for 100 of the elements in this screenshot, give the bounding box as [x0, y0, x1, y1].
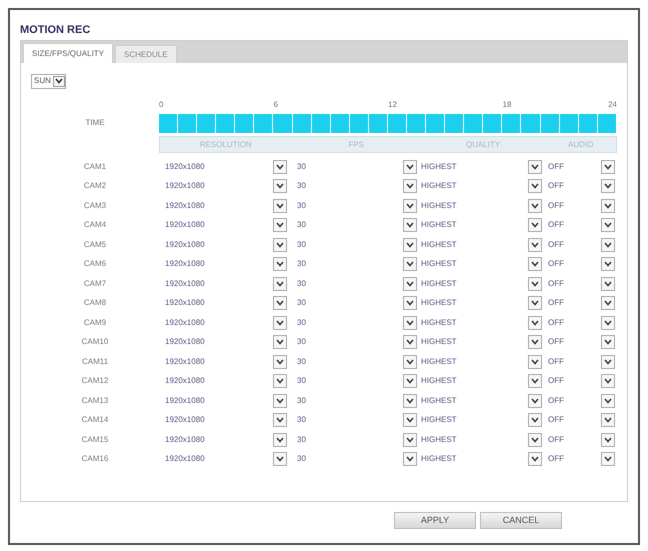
caret-icon — [604, 339, 612, 346]
dropdown-button[interactable] — [403, 452, 417, 466]
dropdown-button[interactable] — [601, 316, 615, 330]
dropdown-button[interactable] — [403, 394, 417, 408]
dropdown-button[interactable] — [601, 179, 615, 194]
dropdown-button[interactable] — [273, 354, 287, 369]
dropdown-button[interactable] — [528, 432, 542, 447]
tab[interactable]: SIZE/FPS/QUALITY — [23, 43, 114, 63]
select-value: OFF — [548, 180, 564, 192]
dropdown-button[interactable] — [273, 394, 287, 408]
dropdown-button[interactable] — [601, 218, 615, 232]
caret-icon — [406, 242, 414, 248]
caret-icon — [604, 417, 612, 424]
dropdown-button[interactable] — [403, 335, 417, 350]
select-value: 1920x1080 — [165, 394, 205, 407]
dropdown-button[interactable] — [528, 218, 542, 232]
dropdown-button[interactable] — [528, 296, 542, 310]
dropdown-button[interactable] — [528, 452, 542, 466]
dropdown-button[interactable] — [601, 276, 615, 291]
select-value: OFF — [548, 297, 564, 310]
dropdown-button[interactable] — [403, 316, 417, 330]
dropdown-button[interactable] — [403, 198, 417, 213]
dropdown-button[interactable] — [528, 374, 542, 388]
dropdown-button[interactable] — [601, 296, 615, 310]
caret-icon — [531, 242, 539, 248]
select-value: 1920x1080 — [165, 160, 205, 173]
dropdown-button[interactable] — [273, 238, 287, 252]
caret-icon — [276, 242, 284, 248]
dropdown-button[interactable] — [528, 257, 542, 272]
dropdown-button[interactable] — [403, 413, 417, 428]
tick-label: 6 — [274, 99, 278, 111]
dropdown-button[interactable] — [528, 238, 542, 252]
caret-icon — [276, 339, 284, 346]
dropdown-button[interactable] — [273, 198, 287, 213]
dropdown-button[interactable] — [403, 354, 417, 369]
dropdown-button[interactable] — [403, 432, 417, 447]
select-value: 30 — [297, 200, 306, 212]
dropdown-button[interactable] — [403, 218, 417, 232]
select-value: 30 — [297, 375, 306, 388]
caret-icon — [406, 320, 414, 326]
camera-label: CAM12 — [80, 375, 110, 388]
dropdown-button[interactable] — [528, 413, 542, 428]
dropdown-button[interactable] — [273, 432, 287, 447]
select-value: OFF — [548, 336, 564, 348]
select-value: HIGHEST — [421, 278, 457, 290]
dropdown-button[interactable] — [273, 179, 287, 194]
dropdown-button[interactable] — [601, 432, 615, 447]
dropdown-button[interactable] — [273, 218, 287, 232]
dropdown-button[interactable] — [528, 394, 542, 408]
dropdown-button[interactable] — [601, 160, 615, 174]
dropdown-button[interactable] — [528, 354, 542, 369]
dropdown-button[interactable] — [528, 198, 542, 213]
select-value: OFF — [548, 278, 564, 290]
select-value: HIGHEST — [421, 375, 457, 388]
dropdown-button[interactable] — [403, 238, 417, 252]
dropdown-button[interactable] — [273, 316, 287, 330]
dropdown-button[interactable] — [528, 335, 542, 350]
dropdown-button[interactable] — [601, 198, 615, 213]
dropdown-button[interactable] — [601, 452, 615, 466]
action-button[interactable]: CANCEL — [480, 512, 562, 529]
dropdown-button[interactable] — [403, 257, 417, 272]
camera-label: CAM10 — [80, 336, 110, 348]
day-select[interactable]: SUN — [31, 74, 66, 88]
dropdown-button[interactable] — [601, 374, 615, 388]
dropdown-button[interactable] — [273, 413, 287, 428]
dropdown-button[interactable] — [601, 394, 615, 408]
caret-icon — [531, 358, 539, 365]
select-value: 1920x1080 — [165, 356, 205, 368]
dropdown-button[interactable] — [601, 335, 615, 350]
dropdown-button[interactable] — [601, 238, 615, 252]
dropdown-button[interactable] — [403, 276, 417, 291]
dropdown-button[interactable] — [273, 335, 287, 350]
caret-icon — [531, 398, 539, 404]
column-header: AUDIO — [568, 138, 594, 150]
dropdown-button[interactable] — [273, 374, 287, 388]
dropdown-button[interactable] — [403, 296, 417, 310]
dropdown-button[interactable] — [528, 160, 542, 174]
dropdown-button[interactable] — [601, 257, 615, 272]
dropdown-button[interactable] — [528, 316, 542, 330]
select-value: 30 — [297, 258, 306, 270]
action-button[interactable]: APPLY — [394, 512, 476, 529]
dropdown-button[interactable] — [601, 413, 615, 428]
select-value: OFF — [548, 414, 564, 426]
column-header: FPS — [348, 138, 364, 150]
dropdown-button[interactable] — [273, 257, 287, 272]
select-value: OFF — [548, 453, 564, 466]
select-value: 30 — [297, 160, 306, 173]
dropdown-button[interactable] — [273, 276, 287, 291]
dropdown-button[interactable] — [601, 354, 615, 369]
dropdown-button[interactable] — [273, 452, 287, 466]
dropdown-button[interactable] — [403, 179, 417, 194]
dropdown-button[interactable] — [273, 160, 287, 174]
dropdown-button[interactable] — [528, 179, 542, 194]
caret-icon — [531, 300, 539, 306]
dropdown-button[interactable] — [528, 276, 542, 291]
select-value: 30 — [297, 278, 306, 290]
dropdown-button[interactable] — [403, 160, 417, 174]
dropdown-button[interactable] — [273, 296, 287, 310]
select-value: 1920x1080 — [165, 180, 205, 192]
dropdown-button[interactable] — [403, 374, 417, 388]
